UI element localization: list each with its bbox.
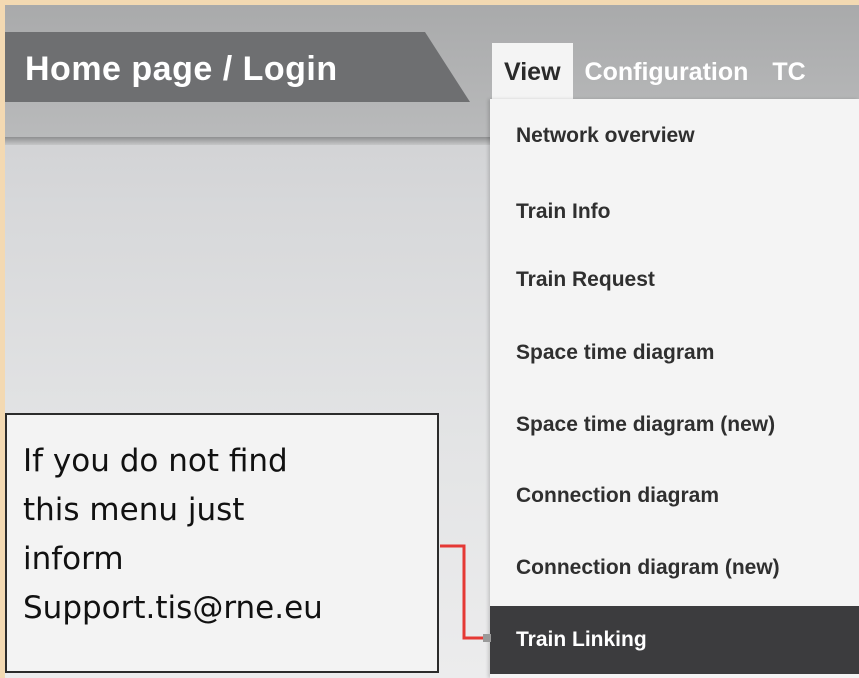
page-title-breadcrumb: Home page / Login (5, 32, 470, 102)
menu-tab-view[interactable]: View (492, 43, 573, 99)
menu-tab-tc[interactable]: TC (760, 43, 817, 99)
callout-line: inform (23, 541, 124, 577)
callout-line: this menu just (23, 492, 245, 528)
menu-item-connection-diagram[interactable]: Connection diagram (490, 462, 859, 530)
menu-item-space-time-diagram-new[interactable]: Space time diagram (new) (490, 391, 859, 459)
menu-item-connection-diagram-new[interactable]: Connection diagram (new) (490, 534, 859, 602)
menu-item-train-info[interactable]: Train Info (490, 178, 859, 246)
main-menu-bar: View Configuration TC (492, 43, 818, 99)
callout-line: If you do not find (23, 443, 288, 479)
callout-line: Support.tis@rne.eu (23, 590, 323, 626)
menu-item-train-request[interactable]: Train Request (490, 246, 859, 314)
menu-item-network-overview[interactable]: Network overview (490, 102, 859, 170)
view-dropdown-menu: Network overview Train Info Train Reques… (490, 99, 859, 678)
menu-tab-configuration[interactable]: Configuration (573, 43, 761, 99)
menu-item-space-time-diagram[interactable]: Space time diagram (490, 319, 859, 387)
menu-item-train-linking[interactable]: Train Linking (490, 606, 859, 674)
annotation-callout: If you do not find this menu just inform… (5, 413, 439, 673)
